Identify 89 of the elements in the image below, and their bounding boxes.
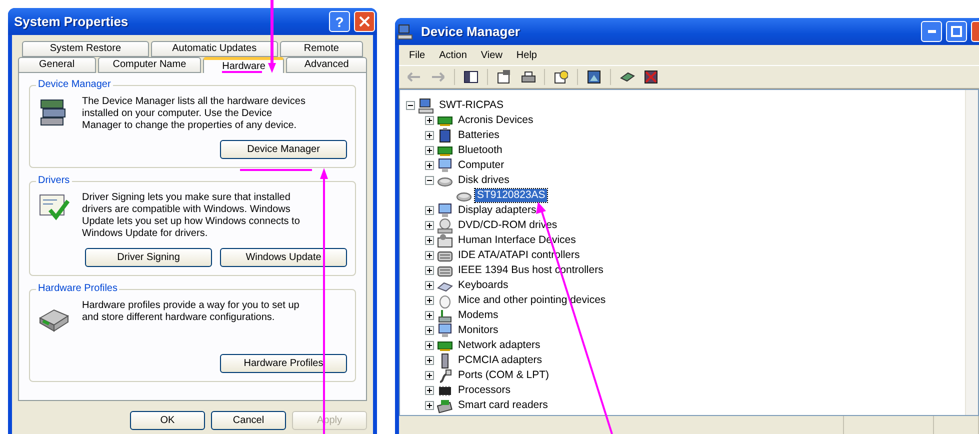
dialog-button[interactable]: Device Manager (220, 140, 347, 159)
tree-item[interactable]: ST9120823AS (475, 189, 548, 202)
tree-item[interactable]: Modems (456, 309, 500, 322)
window-title: System Properties (13, 14, 130, 29)
tree-item[interactable]: Ports (COM & LPT) (456, 369, 552, 382)
expand-icon[interactable] (425, 131, 434, 140)
tree-item[interactable]: Network adapters (456, 339, 542, 352)
collapse-icon[interactable] (425, 176, 434, 185)
battery-icon (437, 128, 453, 144)
tree-item[interactable]: Disk drives (456, 174, 512, 187)
tab[interactable]: Remote (280, 41, 363, 57)
group-description: The Device Manager lists all the hardware devices installed on your computer. Use the Device Manager to change the properties of any device. (82, 96, 306, 132)
group-title: Hardware Profiles (36, 283, 120, 294)
group-title: Drivers (36, 175, 72, 186)
tree-item[interactable]: Mice and other pointing devices (456, 294, 608, 307)
maximize-button[interactable] (946, 21, 967, 42)
reader-icon (437, 398, 453, 414)
tab[interactable]: System Restore (22, 41, 149, 57)
expand-icon[interactable] (425, 281, 434, 290)
maximize-icon (951, 26, 962, 37)
hid-icon (437, 232, 453, 248)
dialog-button[interactable]: Cancel (211, 411, 286, 430)
group-title: Device Manager (36, 79, 113, 90)
scrollbar[interactable] (965, 90, 978, 415)
dialog-button[interactable]: Windows Update (220, 248, 347, 267)
group-description: Driver Signing lets you make sure that installed drivers are compatible with Windows. Windows Update lets you set up how Windows connects to Windows Update for drivers. (82, 192, 301, 240)
expand-icon[interactable] (425, 311, 434, 320)
panes-icon (464, 71, 478, 83)
expand-icon[interactable] (425, 116, 434, 125)
expand-icon[interactable] (425, 206, 434, 215)
dialog-button[interactable]: Driver Signing (85, 248, 212, 267)
collapse-icon[interactable] (406, 101, 415, 110)
tab[interactable]: Automatic Updates (150, 41, 278, 57)
expand-icon[interactable] (425, 251, 434, 260)
tab[interactable]: General (18, 57, 96, 73)
tab[interactable]: Advanced (286, 57, 368, 73)
expand-icon[interactable] (425, 296, 434, 305)
forward-arrow-icon (431, 72, 445, 82)
tree-item[interactable]: PCMCIA adapters (456, 354, 544, 367)
port-icon (437, 368, 453, 384)
tree-item[interactable]: Computer (456, 159, 506, 172)
expand-icon[interactable] (425, 161, 434, 170)
highlight-underline (240, 169, 312, 171)
expand-icon[interactable] (425, 386, 434, 395)
properties-icon (497, 70, 511, 84)
window-title: Device Manager (420, 24, 521, 39)
minimize-button[interactable] (921, 21, 942, 42)
tree-item[interactable]: SWT-RICPAS (437, 99, 506, 112)
expand-icon[interactable] (425, 371, 434, 380)
close-button[interactable] (354, 11, 375, 32)
dialog-button[interactable]: Hardware Profiles (220, 354, 347, 373)
menu-item[interactable]: Action (433, 50, 473, 60)
printer-icon (520, 70, 536, 84)
tree-item[interactable]: Monitors (456, 324, 500, 337)
expand-icon[interactable] (425, 266, 434, 275)
expand-icon[interactable] (425, 146, 434, 155)
help-button[interactable]: ? (329, 11, 350, 32)
expand-icon[interactable] (425, 236, 434, 245)
close-icon (359, 16, 370, 27)
expand-icon[interactable] (425, 401, 434, 410)
dialog-button[interactable]: OK (130, 411, 205, 430)
mouse-icon (437, 292, 453, 308)
computer-icon (418, 98, 434, 114)
menu-item[interactable]: Help (510, 50, 543, 60)
expand-icon[interactable] (425, 326, 434, 335)
uninstall-icon (644, 70, 658, 84)
tree-item[interactable]: Bluetooth (456, 144, 504, 157)
group-description: Hardware profiles provide a way for you to set up and store different hardware configurations. (82, 300, 300, 325)
menu-item[interactable]: View (474, 50, 508, 60)
help-icon (554, 70, 568, 84)
tree-item[interactable]: Smart card readers (456, 399, 550, 412)
highlight-underline (222, 71, 262, 73)
expand-icon[interactable] (425, 341, 434, 350)
close-button[interactable] (971, 21, 979, 42)
tab[interactable]: Computer Name (98, 57, 202, 73)
tree-item[interactable]: Acronis Devices (456, 114, 536, 127)
modem-icon (437, 308, 453, 324)
cdrom-icon (437, 218, 453, 234)
tree-item[interactable]: Batteries (456, 129, 502, 142)
expand-icon[interactable] (425, 356, 434, 365)
tree-item[interactable]: Keyboards (456, 279, 510, 292)
computer-icon (397, 24, 413, 40)
menu-item[interactable]: File (403, 50, 432, 60)
back-arrow-icon (407, 72, 421, 82)
tree-item[interactable]: Display adapters (456, 204, 538, 217)
minimize-icon (928, 30, 936, 33)
tree-item[interactable]: Processors (456, 384, 513, 397)
card-icon (620, 72, 634, 82)
expand-icon[interactable] (425, 221, 434, 230)
